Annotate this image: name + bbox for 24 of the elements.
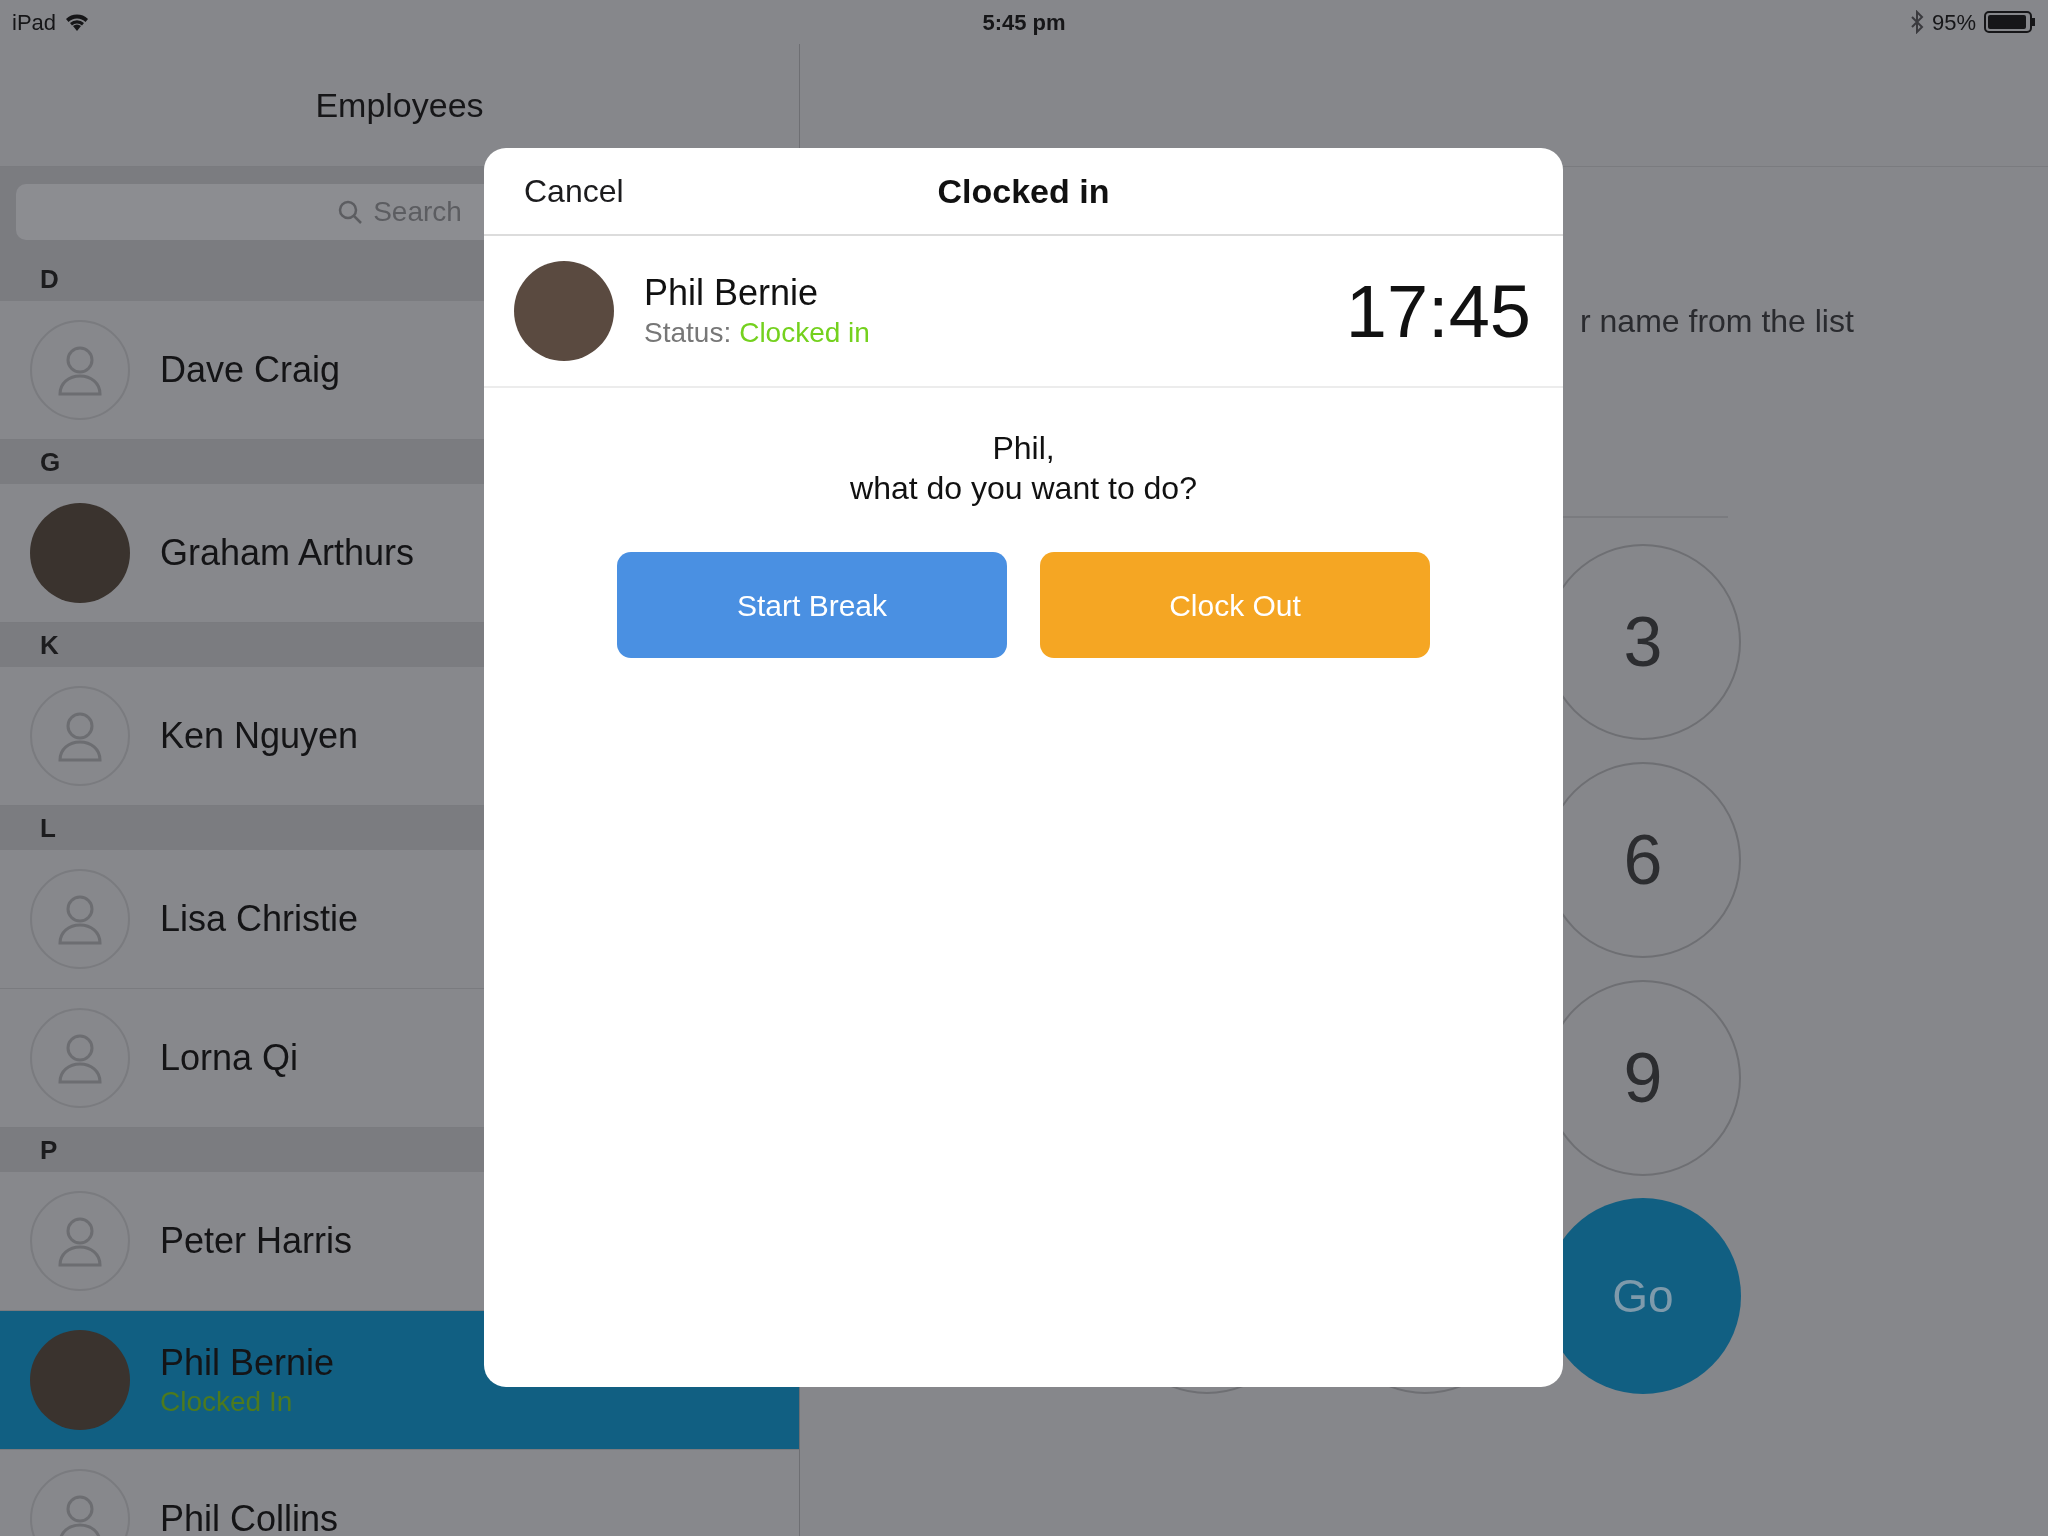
employee-name: Phil Bernie: [160, 1341, 335, 1385]
question-text: Phil,: [992, 429, 1055, 468]
clock-time: 5:45 pm: [981, 8, 1067, 37]
battery-icon: [1984, 11, 2036, 33]
bluetooth-icon: [1909, 10, 1924, 34]
wifi-icon: [64, 12, 91, 32]
employee-name: Lisa Christie: [160, 897, 359, 941]
battery-percentage: 95%: [1931, 8, 1976, 37]
employee-name: Dave Craig: [160, 348, 341, 392]
employee-name: Ken Nguyen: [160, 714, 359, 758]
employee-name: Lorna Qi: [160, 1036, 299, 1080]
employee-name: Graham Arthurs: [160, 531, 415, 575]
employee-name: Peter Harris: [160, 1219, 353, 1263]
device-name: iPad: [12, 8, 57, 37]
question-text: what do you want to do?: [850, 469, 1197, 508]
employee-status: Clocked In: [160, 1385, 294, 1419]
status-label: Status:: [644, 316, 732, 350]
start-break-button[interactable]: Start Break: [617, 552, 1007, 658]
dialog-title: Clocked in: [937, 170, 1110, 212]
instruction-text: r name from the list: [1580, 303, 1854, 339]
sidebar-title: Employees: [315, 84, 484, 126]
employee-name: Phil Collins: [160, 1497, 339, 1536]
clock-time: 17:45: [1345, 268, 1532, 355]
search-icon: [337, 199, 364, 225]
